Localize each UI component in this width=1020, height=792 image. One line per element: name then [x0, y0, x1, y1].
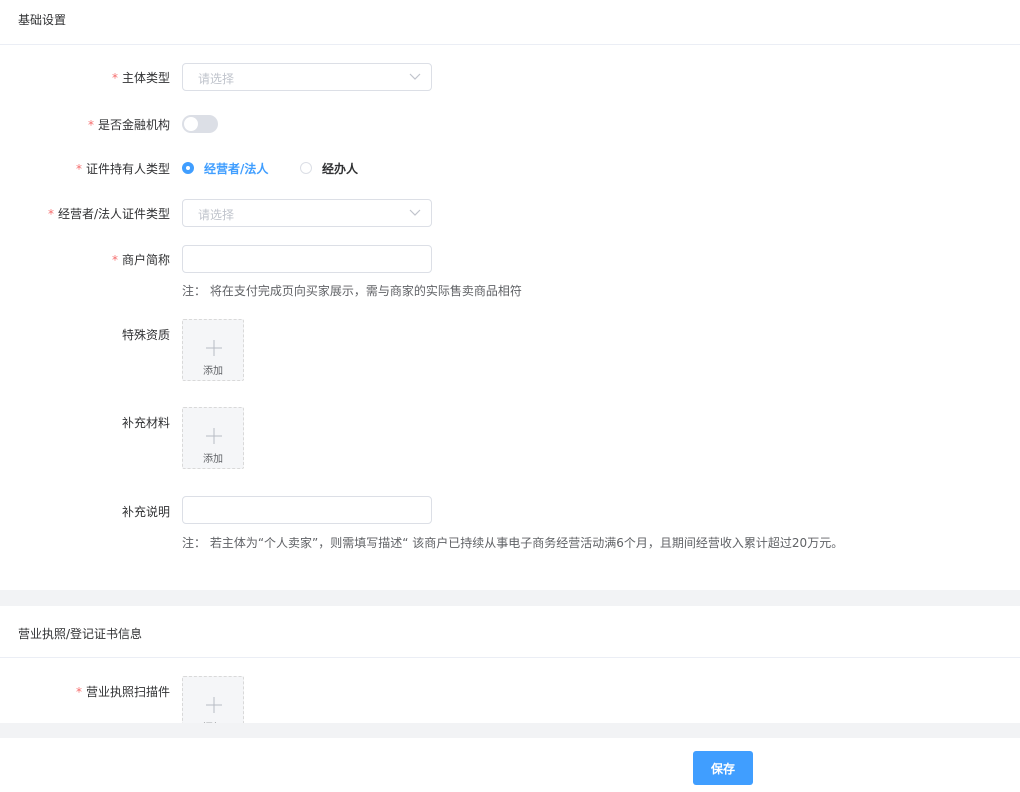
special-qualification-label: 特殊资质 — [121, 328, 170, 342]
required-mark: * — [111, 253, 118, 267]
license-section-header: 营业执照/登记证书信息 — [0, 606, 1020, 658]
basic-settings-header: 基础设置 — [0, 0, 1020, 45]
radio-operator-legal[interactable]: 经营者/法人 — [182, 159, 268, 177]
plus-icon — [206, 697, 222, 713]
section-divider — [0, 590, 1020, 606]
footer-divider — [0, 723, 1020, 738]
section-title: 基础设置 — [18, 13, 67, 27]
supplementary-material-label: 补充材料 — [121, 416, 170, 430]
required-mark: * — [75, 162, 82, 176]
radio-agent[interactable]: 经办人 — [300, 159, 358, 177]
is-financial-label: * 是否金融机构 — [87, 118, 170, 132]
select-placeholder: 请选择 — [198, 208, 235, 222]
license-scan-label: * 营业执照扫描件 — [75, 685, 170, 699]
operator-id-type-label: * 经营者/法人证件类型 — [47, 207, 170, 221]
merchant-short-name-input[interactable] — [182, 245, 432, 273]
license-scan-row: *营业执照扫描件 添加 — [0, 658, 1020, 723]
select-placeholder: 请选择 — [198, 72, 235, 86]
footer-bar: 保存 — [0, 738, 1020, 792]
plus-icon — [206, 340, 222, 356]
supplementary-note-hint: 注： 若主体为“个人卖家”，则需填写描述“ 该商户已持续从事电子商务经营活动满6… — [182, 536, 844, 550]
is-financial-toggle[interactable] — [182, 115, 218, 133]
merchant-short-name-label: * 商户简称 — [111, 253, 170, 267]
entity-type-select[interactable]: 请选择 — [182, 63, 432, 91]
chevron-down-icon — [409, 209, 421, 216]
save-button[interactable]: 保存 — [693, 751, 753, 785]
radio-unchecked-icon — [300, 162, 312, 174]
supplementary-note-label: 补充说明 — [121, 505, 170, 519]
operator-id-type-select[interactable]: 请选择 — [182, 199, 432, 227]
merchant-short-name-note: 注： 将在支付完成页向买家展示，需与商家的实际售卖商品相符 — [182, 284, 522, 298]
radio-label: 经办人 — [322, 161, 359, 176]
supplementary-note-input[interactable] — [182, 496, 432, 524]
chevron-down-icon — [409, 73, 421, 80]
upload-label: 添加 — [203, 366, 223, 377]
license-scan-upload[interactable]: 添加 — [182, 676, 244, 723]
required-mark: * — [87, 118, 94, 132]
required-mark: * — [47, 207, 54, 221]
entity-type-label: * 主体类型 — [111, 71, 170, 85]
required-mark: * — [75, 685, 82, 699]
required-mark: * — [111, 71, 118, 85]
toggle-knob — [184, 117, 198, 131]
upload-label: 添加 — [203, 454, 223, 465]
plus-icon — [206, 428, 222, 444]
radio-checked-icon — [182, 162, 194, 174]
special-qualification-upload[interactable]: 添加 — [182, 319, 244, 381]
section-title: 营业执照/登记证书信息 — [18, 627, 143, 641]
holder-type-label: * 证件持有人类型 — [75, 162, 170, 176]
radio-label: 经营者/法人 — [204, 161, 269, 176]
supplementary-material-upload[interactable]: 添加 — [182, 407, 244, 469]
